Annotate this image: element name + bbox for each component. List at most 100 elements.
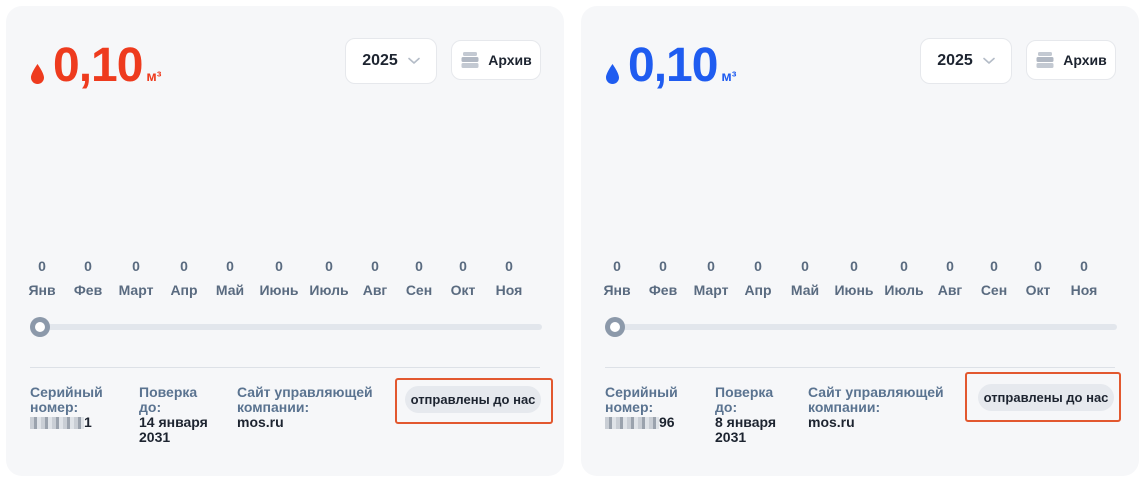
month-item: 0 Июнь <box>829 258 879 298</box>
month-name: Апр <box>170 282 198 298</box>
month-value: 0 <box>946 258 954 274</box>
month-item: 0 Май <box>205 258 255 298</box>
company-site-block: Сайт управляющей компании: mos.ru <box>237 385 387 430</box>
reading-value: 0,10 <box>53 39 143 92</box>
company-label: компании: <box>237 399 310 415</box>
month-value: 0 <box>1034 258 1042 274</box>
company-label: Сайт управляющей <box>808 384 944 400</box>
company-site-link[interactable]: mos.ru <box>808 415 958 430</box>
slider-thumb[interactable] <box>30 317 50 337</box>
meter-reading: 0,10 м³ <box>605 42 736 102</box>
monthly-consumption: 0 Янв 0 Фев 0 Март 0 Апр 0 Май 0 Июнь 0 Июль 0 А… <box>28 258 542 302</box>
redacted-serial <box>30 417 84 430</box>
archive-box-icon <box>1036 52 1054 68</box>
serial-label: номер: <box>605 399 654 415</box>
verification-label: до: <box>139 399 162 415</box>
slider-track[interactable] <box>615 324 1117 330</box>
status-badge: отправлены до нас <box>978 384 1114 411</box>
month-name: Окт <box>1025 282 1051 298</box>
month-name: Март <box>118 282 154 298</box>
month-name: Янв <box>28 282 56 298</box>
water-drop-icon <box>31 64 44 84</box>
serial-label: Серийный <box>605 384 678 400</box>
year-select[interactable]: 2025 <box>345 38 437 84</box>
water-drop-icon <box>606 64 619 84</box>
reading-unit: м³ <box>146 68 162 84</box>
month-item: 0 Сен <box>394 258 444 298</box>
slider-track[interactable] <box>40 324 542 330</box>
archive-button[interactable]: Архив <box>451 40 541 80</box>
month-item: 0 Апр <box>733 258 783 298</box>
verification-label: Поверка <box>139 384 198 400</box>
month-name: Сен <box>980 282 1008 298</box>
month-value: 0 <box>84 258 92 274</box>
serial-value: 1 <box>30 415 130 430</box>
month-value: 0 <box>613 258 621 274</box>
month-item: 0 Янв <box>592 258 642 298</box>
slider-thumb[interactable] <box>605 317 625 337</box>
archive-box-icon <box>461 52 479 68</box>
month-value: 0 <box>325 258 333 274</box>
verification-block: Поверка до: 14 января 2031 <box>139 385 229 445</box>
verification-label: Поверка <box>715 384 774 400</box>
serial-number-block: Серийный номер: 1 <box>30 385 130 430</box>
serial-suffix: 1 <box>84 414 92 430</box>
year-value: 2025 <box>362 52 398 69</box>
verification-label: до: <box>715 399 738 415</box>
month-name: Июль <box>884 282 924 298</box>
month-item: 0 Ноя <box>1059 258 1109 298</box>
month-value: 0 <box>505 258 513 274</box>
month-value: 0 <box>707 258 715 274</box>
month-slider[interactable] <box>605 316 1117 337</box>
company-site-link[interactable]: mos.ru <box>237 415 387 430</box>
month-item: 0 Май <box>780 258 830 298</box>
month-value: 0 <box>226 258 234 274</box>
divider <box>30 367 540 368</box>
month-value: 0 <box>180 258 188 274</box>
month-item: 0 Окт <box>438 258 488 298</box>
month-value: 0 <box>132 258 140 274</box>
divider <box>605 367 1115 368</box>
company-label: компании: <box>808 399 881 415</box>
month-value: 0 <box>371 258 379 274</box>
month-value: 0 <box>801 258 809 274</box>
monthly-consumption: 0 Янв 0 Фев 0 Март 0 Апр 0 Май 0 Июнь 0 Июль 0 А… <box>603 258 1117 302</box>
chevron-down-icon <box>407 57 420 64</box>
month-name: Ноя <box>495 282 523 298</box>
month-name: Июнь <box>834 282 874 298</box>
status-badge: отправлены до нас <box>405 386 541 413</box>
month-name: Ноя <box>1070 282 1098 298</box>
archive-button[interactable]: Архив <box>1026 40 1116 80</box>
month-name: Июнь <box>259 282 299 298</box>
company-site-block: Сайт управляющей компании: mos.ru <box>808 385 958 430</box>
month-item: 0 Март <box>686 258 736 298</box>
month-name: Март <box>693 282 729 298</box>
month-item: 0 Фев <box>63 258 113 298</box>
serial-label: Серийный <box>30 384 103 400</box>
month-name: Янв <box>603 282 631 298</box>
month-name: Фев <box>73 282 103 298</box>
month-name: Май <box>215 282 245 298</box>
serial-suffix: 96 <box>659 414 675 430</box>
month-item: 0 Ноя <box>484 258 534 298</box>
verification-block: Поверка до: 8 января 2031 <box>715 385 805 445</box>
month-slider[interactable] <box>30 316 542 337</box>
month-value: 0 <box>38 258 46 274</box>
month-item: 0 Апр <box>159 258 209 298</box>
month-item: 0 Июнь <box>254 258 304 298</box>
month-name: Фев <box>648 282 678 298</box>
month-value: 0 <box>659 258 667 274</box>
month-name: Апр <box>744 282 772 298</box>
year-select[interactable]: 2025 <box>920 38 1012 84</box>
serial-number-block: Серийный номер: 96 <box>605 385 705 430</box>
month-value: 0 <box>900 258 908 274</box>
month-item: 0 Авг <box>350 258 400 298</box>
month-value: 0 <box>459 258 467 274</box>
reading-unit: м³ <box>721 68 737 84</box>
archive-label: Архив <box>1063 52 1107 68</box>
month-item: 0 Июль <box>304 258 354 298</box>
meter-card-cold: 0,10 м³ 2025 Архив 0 Янв 0 Фев 0 Март 0 Апр … <box>6 6 564 476</box>
month-value: 0 <box>1080 258 1088 274</box>
month-name: Авг <box>362 282 388 298</box>
verification-date: 14 января <box>139 414 208 430</box>
